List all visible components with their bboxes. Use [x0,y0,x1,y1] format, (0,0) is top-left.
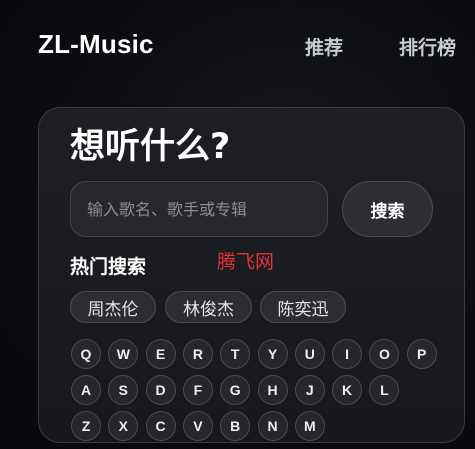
key-i[interactable]: I [332,339,363,369]
search-input[interactable] [70,181,328,237]
nav-recommend[interactable]: 推荐 [305,33,343,60]
watermark-text: 腾飞网 [217,251,275,273]
hot-chip[interactable]: 林俊杰 [165,291,252,323]
key-r[interactable]: R [182,339,213,369]
key-q[interactable]: Q [71,339,101,369]
key-h[interactable]: H [257,375,288,405]
key-d[interactable]: D [145,375,176,405]
nav-charts[interactable]: 排行榜 [399,33,456,60]
key-v[interactable]: V [182,411,213,441]
search-headline: 想听什么? [70,127,231,167]
key-z[interactable]: Z [71,411,101,441]
key-u[interactable]: U [294,339,325,369]
app-logo[interactable]: ZL-Music [38,29,154,60]
key-c[interactable]: C [145,411,176,441]
key-m[interactable]: M [294,411,325,441]
key-k[interactable]: K [332,375,363,405]
key-y[interactable]: Y [257,339,288,369]
hot-chip[interactable]: 陈奕迅 [260,291,346,323]
key-f[interactable]: F [182,375,213,405]
hot-search-title: 热门搜索 [70,256,147,278]
hot-chip[interactable]: 周杰伦 [70,291,156,323]
key-t[interactable]: T [220,339,251,369]
key-b[interactable]: B [220,411,251,441]
key-p[interactable]: P [406,339,437,369]
key-e[interactable]: E [145,339,176,369]
key-j[interactable]: J [294,375,325,405]
search-button[interactable]: 搜索 [342,181,433,237]
key-n[interactable]: N [257,411,288,441]
key-g[interactable]: G [220,375,251,405]
key-a[interactable]: A [71,375,101,405]
